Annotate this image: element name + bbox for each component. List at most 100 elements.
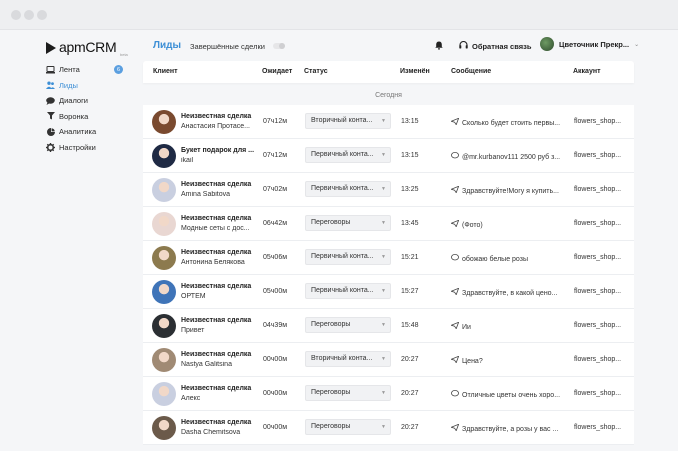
sidebar-item-dialogs[interactable]: Диалоги bbox=[46, 93, 126, 109]
pie-chart-icon bbox=[46, 127, 55, 136]
avatar bbox=[540, 37, 554, 51]
column-header-status[interactable]: Статус bbox=[304, 68, 328, 75]
sidebar-item-settings[interactable]: Настройки bbox=[46, 140, 126, 156]
table-header: Клиент Ожидает Статус Изменён Сообщение … bbox=[143, 61, 634, 83]
table-row[interactable]: Неизвестная сделка Модные сеты с дос... … bbox=[143, 207, 634, 241]
table-row[interactable]: Неизвестная сделка Антонина Белякова 05ч… bbox=[143, 241, 634, 275]
last-message: Ии bbox=[451, 322, 565, 331]
changed-time: 20:27 bbox=[401, 424, 419, 431]
status-value: Переговоры bbox=[311, 219, 351, 226]
last-message: @mr.kurbanov111 2500 руб з... bbox=[451, 152, 565, 161]
sidebar-item-label: Лента bbox=[59, 65, 80, 75]
funnel-icon bbox=[46, 112, 55, 121]
account-cell: flowers_shop... bbox=[574, 254, 622, 261]
changed-time: 15:48 bbox=[401, 322, 419, 329]
table-row[interactable]: Неизвестная сделка Nastya Galitsina 00ч0… bbox=[143, 343, 634, 377]
window-close-dot[interactable] bbox=[11, 10, 21, 20]
last-message: Отличные цветы очень хоро... bbox=[451, 390, 565, 399]
send-icon bbox=[451, 356, 460, 365]
account-cell: flowers_shop... bbox=[574, 390, 622, 397]
completed-deals-toggle[interactable] bbox=[273, 43, 285, 49]
chat-bubble-icon bbox=[451, 152, 459, 161]
sidebar-item-analytics[interactable]: Аналитика bbox=[46, 124, 126, 140]
gear-icon bbox=[46, 142, 55, 152]
table-row[interactable]: Неизвестная сделка ОРТЕМ 05ч00м Первичны… bbox=[143, 275, 634, 309]
leads-table: Клиент Ожидает Статус Изменён Сообщение … bbox=[143, 61, 634, 445]
account-cell: flowers_shop... bbox=[574, 186, 622, 193]
column-header-message[interactable]: Сообщение bbox=[451, 68, 491, 75]
waiting-time: 07ч12м bbox=[263, 118, 288, 125]
table-row[interactable]: Букет подарок для ... ikail 07ч12м Перви… bbox=[143, 139, 634, 173]
table-row[interactable]: Неизвестная сделка Алекс 00ч00м Перегово… bbox=[143, 377, 634, 411]
status-select[interactable]: Первичный конта... ▼ bbox=[305, 249, 391, 265]
column-header-account[interactable]: Аккаунт bbox=[573, 68, 601, 75]
status-select[interactable]: Переговоры ▼ bbox=[305, 215, 391, 231]
account-cell: flowers_shop... bbox=[574, 322, 622, 329]
table-body: Неизвестная сделка Анастасия Протасе... … bbox=[143, 105, 634, 445]
sidebar-item-leads[interactable]: Лиды bbox=[46, 78, 126, 94]
column-header-client[interactable]: Клиент bbox=[153, 68, 178, 75]
status-select[interactable]: Первичный конта... ▼ bbox=[305, 283, 391, 299]
status-value: Переговоры bbox=[311, 389, 351, 396]
sidebar-item-feed[interactable]: Лента 6 bbox=[46, 62, 126, 78]
chevron-down-icon: ▼ bbox=[381, 288, 386, 294]
last-message: Здравствуйте, в какой цено... bbox=[451, 288, 565, 297]
avatar bbox=[152, 280, 176, 304]
status-select[interactable]: Переговоры ▼ bbox=[305, 385, 391, 401]
column-header-waiting[interactable]: Ожидает bbox=[262, 68, 292, 75]
bell-icon[interactable] bbox=[435, 41, 443, 52]
client-name: Антонина Белякова bbox=[181, 259, 245, 266]
account-cell: flowers_shop... bbox=[574, 356, 622, 363]
column-header-changed[interactable]: Изменён bbox=[400, 68, 430, 75]
status-select[interactable]: Переговоры ▼ bbox=[305, 317, 391, 333]
window-maximize-dot[interactable] bbox=[37, 10, 47, 20]
account-cell: flowers_shop... bbox=[574, 424, 622, 431]
deal-name: Букет подарок для ... bbox=[181, 147, 255, 154]
last-message: обожаю белые розы bbox=[451, 254, 565, 263]
client-name: Amina Sabitova bbox=[181, 191, 231, 198]
feedback-link[interactable]: Обратная связь bbox=[459, 40, 532, 51]
client-name: Алекс bbox=[181, 395, 201, 402]
waiting-time: 05ч00м bbox=[263, 288, 288, 295]
completed-deals-tab[interactable]: Завершённые сделки bbox=[190, 42, 265, 51]
message-text: Ии bbox=[462, 324, 471, 331]
chevron-down-icon: ▼ bbox=[381, 220, 386, 226]
table-row[interactable]: Неизвестная сделка Привет 04ч39м Перегов… bbox=[143, 309, 634, 343]
window-minimize-dot[interactable] bbox=[24, 10, 34, 20]
chat-bubble-icon bbox=[451, 254, 459, 263]
table-row[interactable]: Неизвестная сделка Анастасия Протасе... … bbox=[143, 105, 634, 139]
table-row[interactable]: Неизвестная сделка Dasha Chemitsova 00ч0… bbox=[143, 411, 634, 445]
status-value: Вторичный конта... bbox=[311, 117, 373, 124]
status-select[interactable]: Вторичный конта... ▼ bbox=[305, 113, 391, 129]
table-row[interactable]: Неизвестная сделка Amina Sabitova 07ч02м… bbox=[143, 173, 634, 207]
waiting-time: 06ч42м bbox=[263, 220, 288, 227]
account-menu[interactable]: Цветочник Прекр... ⌄ bbox=[540, 37, 639, 51]
waiting-time: 00ч00м bbox=[263, 356, 288, 363]
status-value: Переговоры bbox=[311, 321, 351, 328]
sidebar-item-funnel[interactable]: Воронка bbox=[46, 109, 126, 125]
client-name: ikail bbox=[181, 157, 194, 164]
sidebar-item-label: Диалоги bbox=[59, 96, 88, 106]
status-select[interactable]: Первичный конта... ▼ bbox=[305, 181, 391, 197]
account-cell: flowers_shop... bbox=[574, 220, 622, 227]
send-icon bbox=[451, 186, 460, 195]
chevron-down-icon: ▼ bbox=[381, 186, 386, 192]
sidebar-item-label: Воронка bbox=[59, 111, 89, 121]
changed-time: 20:27 bbox=[401, 390, 419, 397]
app-logo[interactable]: apmCRM beta bbox=[46, 39, 128, 57]
sidebar: Лента 6 Лиды Диалоги Воронка Аналитика Н… bbox=[46, 62, 126, 155]
status-select[interactable]: Вторичный конта... ▼ bbox=[305, 351, 391, 367]
users-icon bbox=[46, 81, 55, 90]
chat-bubble-icon bbox=[451, 390, 459, 399]
status-select[interactable]: Первичный конта... ▼ bbox=[305, 147, 391, 163]
client-name: Анастасия Протасе... bbox=[181, 123, 251, 130]
avatar bbox=[152, 144, 176, 168]
last-message: (Фото) bbox=[451, 220, 565, 229]
feedback-label: Обратная связь bbox=[472, 41, 532, 51]
client-name: Nastya Galitsina bbox=[181, 361, 232, 368]
changed-time: 13:15 bbox=[401, 118, 419, 125]
status-select[interactable]: Переговоры ▼ bbox=[305, 419, 391, 435]
status-value: Первичный конта... bbox=[311, 287, 374, 294]
section-today: Сегодня bbox=[375, 92, 402, 99]
status-value: Первичный конта... bbox=[311, 185, 374, 192]
